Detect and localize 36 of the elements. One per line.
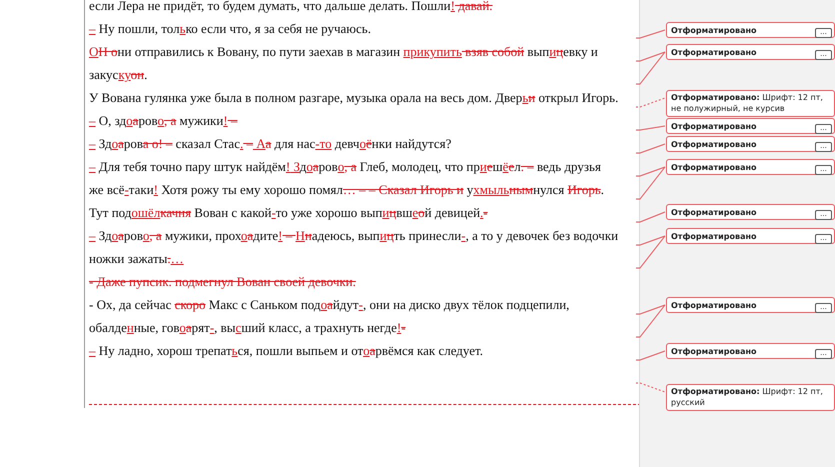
text-line: – Ну ладно, хорош трепаться, пошли выпьем и отоарвёмся как следует. <box>89 342 483 360</box>
change-description: Отформатировано <box>671 300 756 310</box>
text-line: – Здоарова о! – сказал Стас. – Аа для нас-то девчоёнки найдутся? <box>89 135 452 153</box>
format-change-balloon[interactable]: Отформатировано: Шрифт: 12 пт, русский <box>666 384 835 411</box>
change-description: Отформатировано <box>671 140 756 148</box>
change-description: Отформатировано <box>671 48 756 56</box>
text-line: если Лера не придёт, то будем думать, что дальше делать. Пошли! давай. <box>89 0 493 15</box>
connector-line <box>636 98 666 108</box>
change-description: Отформатировано <box>671 208 756 216</box>
text-line: У Вована гулянка уже была в полном разгаре, музыка орала на весь дом. Дверьи открыл Игорь. <box>89 89 618 107</box>
text-line: – Здоарово, а мужики, прохоадите! – Ннадеюсь, выпицть принесли-, а то у девочек без водочки <box>89 227 618 245</box>
text-line: - Ох, да сейчас скоро Макс с Саньком подоайдут-, они на диско двух тёлок подцепили, <box>89 296 570 314</box>
change-description: Отформатировано: Шрифт: 12 пт, русский <box>671 386 824 408</box>
connector-line <box>636 30 666 38</box>
change-description: Отформатировано <box>671 232 756 240</box>
connector-line <box>636 212 666 222</box>
change-description: Отформатировано <box>671 346 756 356</box>
text-line: закускуон. <box>89 66 148 84</box>
text-line: ножки зажаты.… <box>89 250 184 268</box>
change-description: Отформатировано <box>671 162 756 172</box>
text-line: Тут подошёлкачня Вован с какой-то уже хорошо выпицвшеой девицей.- <box>89 204 488 222</box>
text-line: ОН они отправились к Вовану, по пути заехав в магазин прикупить взяв собой выпицевку и <box>89 43 598 61</box>
text-line: же всё-таки! Хотя рожу ты ему хорошо помял… – – Сказал Игорь и ухмыльнымнулся Игорь. <box>89 181 604 199</box>
text-line: – Ну пошли, только если что, я за себя не ручаюсь. <box>89 20 371 38</box>
connector-line <box>636 382 666 392</box>
format-change-balloon[interactable]: Отформатировано: Шрифт: 12 пт, не полужирный, не курсив <box>666 90 835 117</box>
change-description: Отформатировано: Шрифт: 12 пт, не полужирный, не курсив <box>671 92 824 114</box>
text-line: - Даже пупсик. подмегнул Вован своей девочки. <box>89 273 356 291</box>
connector-line <box>636 144 666 154</box>
text-line: – Для тебя точно пару штук найдём! Здоарово, а Глеб, молодец, что приешёел. – ведь друзья <box>89 158 601 176</box>
connector-line <box>636 350 666 360</box>
connector-line <box>636 126 666 130</box>
change-description: Отформатировано <box>671 26 756 34</box>
text-line: – О, здоарово, а мужики! – <box>89 112 238 130</box>
text-line: обалденные, говоарят-, высший класс, а трахнуть негде!- <box>89 319 406 337</box>
change-description: Отформатировано <box>671 122 756 130</box>
